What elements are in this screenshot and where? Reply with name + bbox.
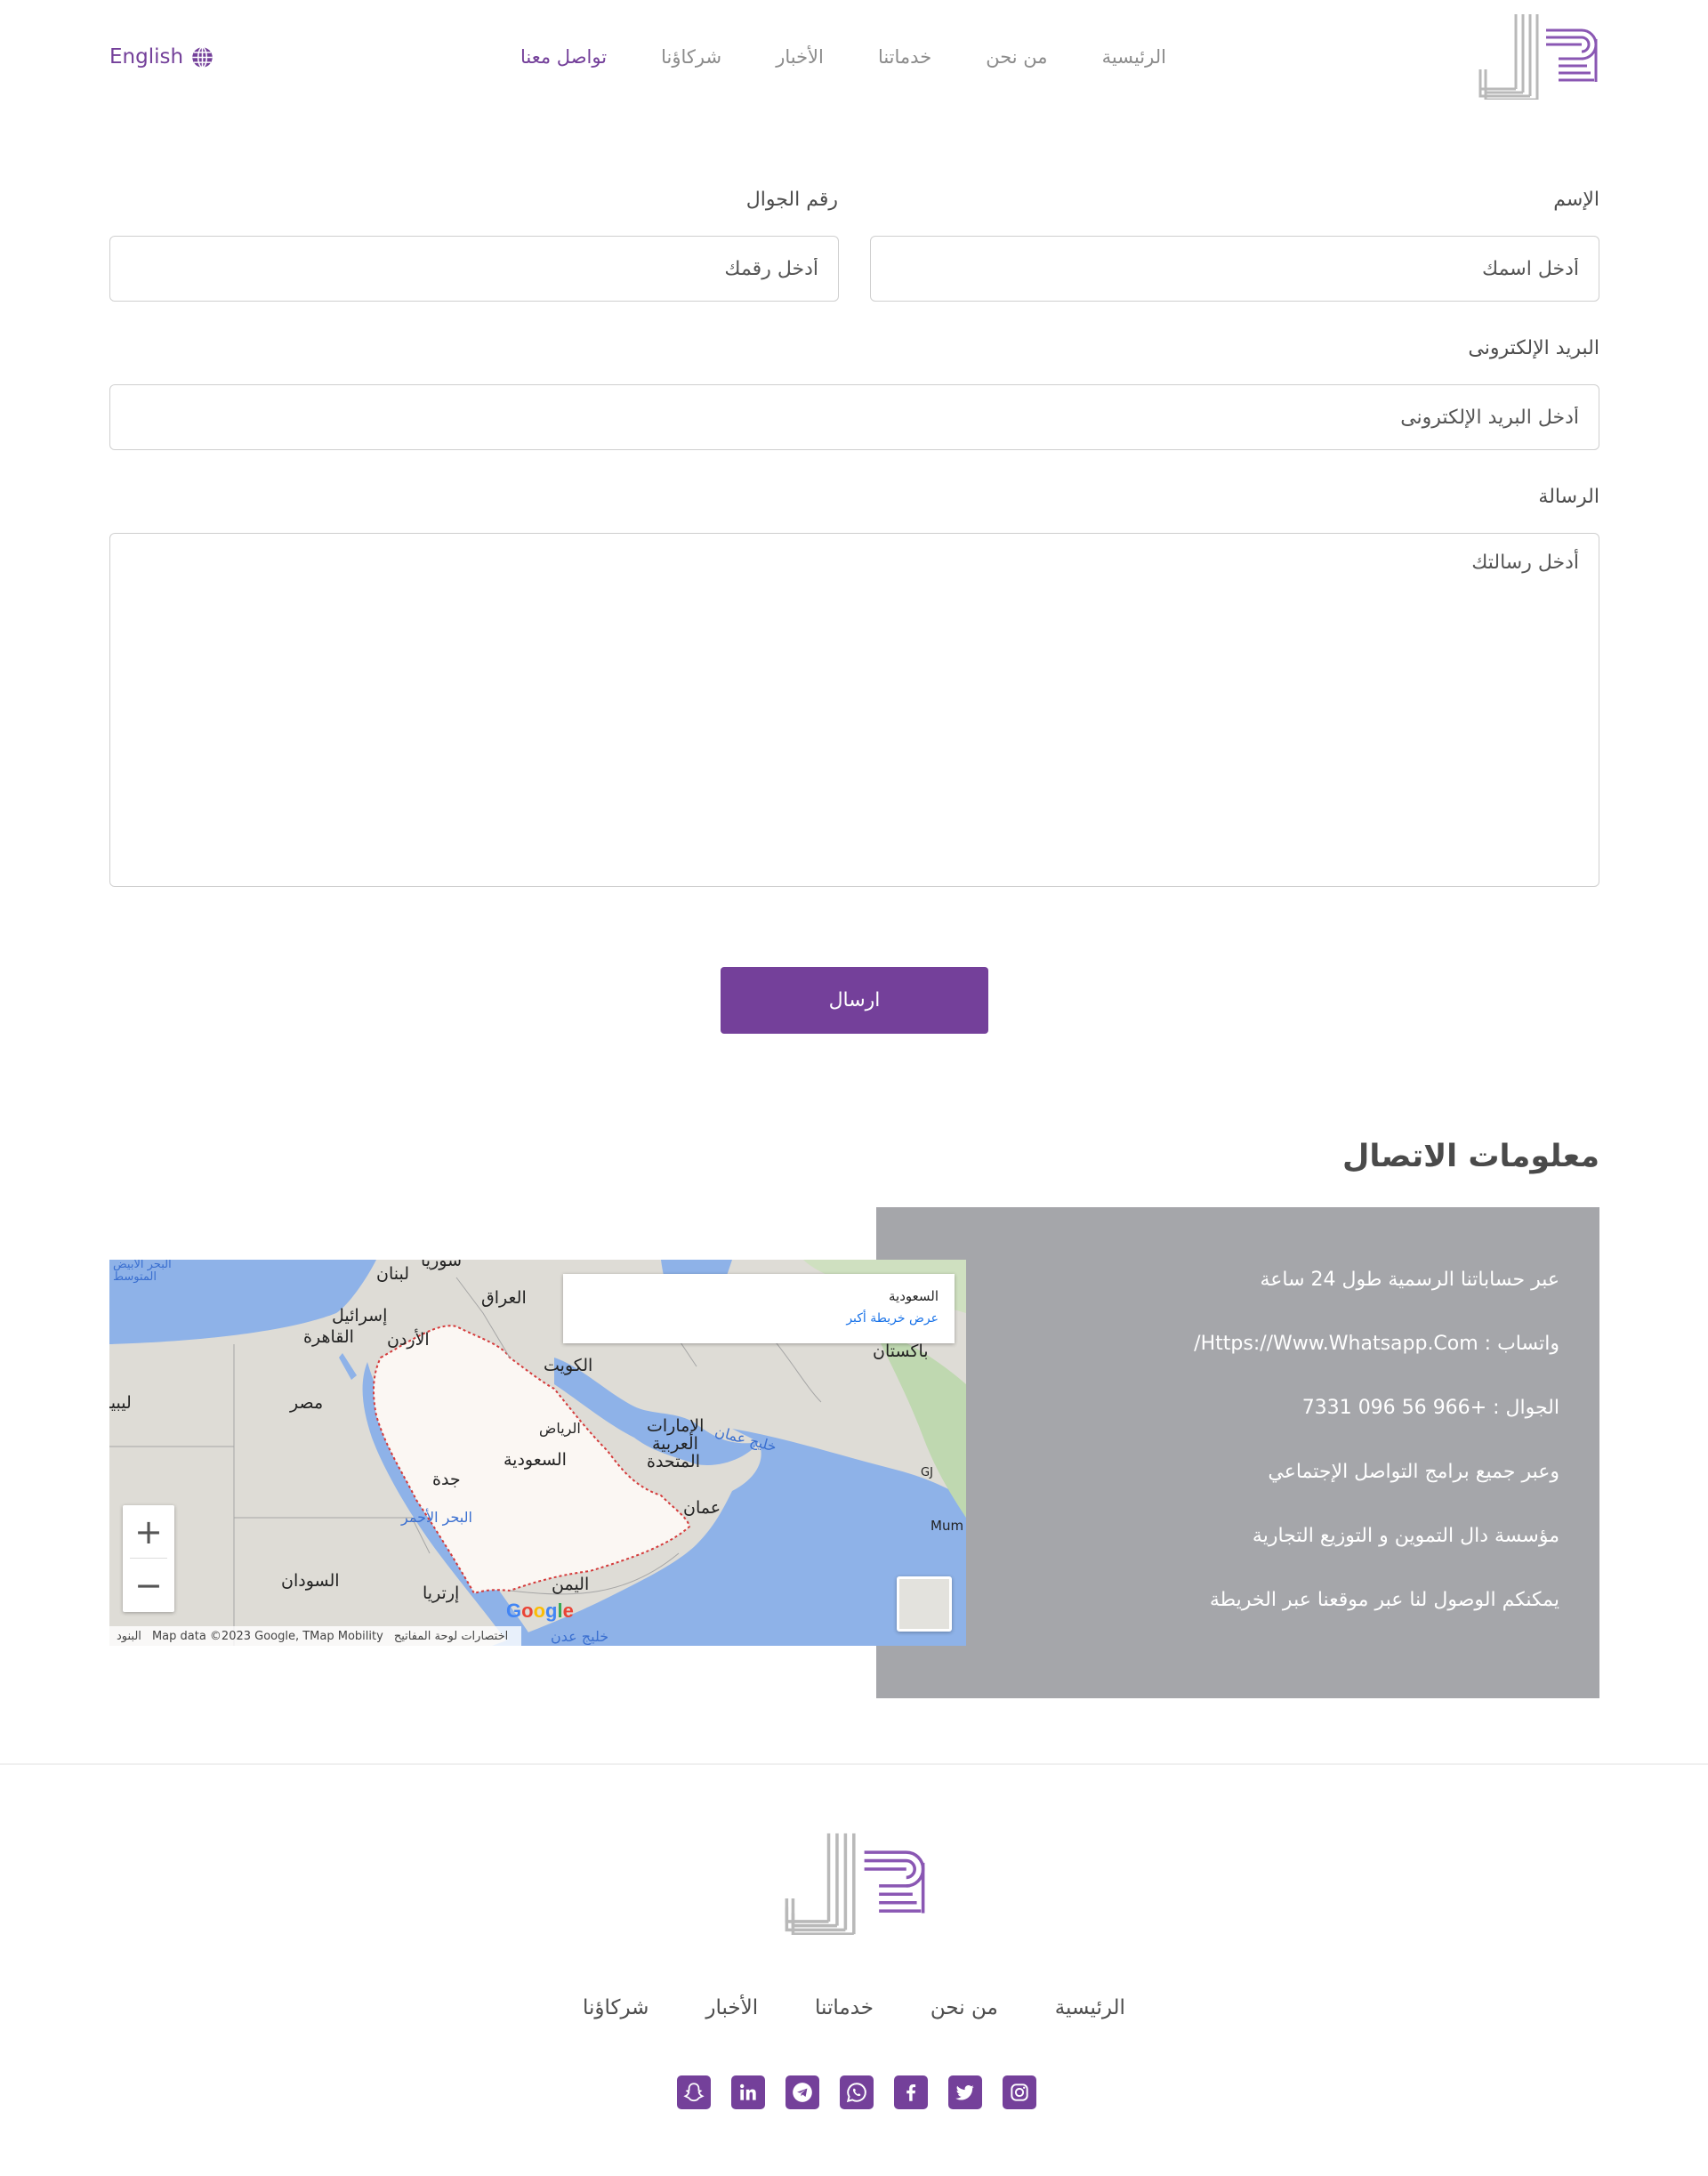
nav-contact[interactable]: تواصل معنا [520,46,607,68]
site-header: الرئيسية من نحن خدماتنا الأخبار شركاؤنا … [0,0,1708,116]
info-line-phone: الجوال : +966 56 096 7331 [1301,1397,1559,1419]
map-label-kuwait: الكويت [544,1356,593,1375]
google-map[interactable]: لبنان سوريا العراق إسرائيل القاهرة الأرد… [109,1260,966,1646]
map-type-toggle[interactable] [897,1576,952,1632]
nav-partners[interactable]: شركاؤنا [661,46,721,68]
globe-icon [192,45,213,69]
phone-label: رقم الجوال [745,189,838,211]
footer-nav-services[interactable]: خدماتنا [815,1996,874,2019]
map-label-egypt: مصر [290,1393,324,1413]
zoom-divider [130,1558,167,1559]
map-card-title: السعودية [888,1288,939,1304]
map-label-libya: ليبيا [109,1393,132,1413]
nav-services[interactable]: خدماتنا [878,46,931,68]
map-attribution: البنود Map data ©2023 Google, TMap Mobil… [109,1626,521,1646]
map-label-mumbai: Mum [931,1518,964,1534]
name-field[interactable] [870,236,1599,302]
info-line-map: يمكنكم الوصول لنا عبر موقعنا عبر الخريطة [1209,1589,1559,1611]
email-field[interactable] [109,384,1599,450]
nav-about[interactable]: من نحن [986,46,1047,68]
map-label-oman: عمان [683,1498,721,1518]
facebook-icon[interactable] [894,2075,928,2109]
email-label: البريد الإلكترونى [1468,337,1599,359]
logo[interactable] [1478,14,1598,100]
main-nav: الرئيسية من نحن خدماتنا الأخبار شركاؤنا … [520,43,1166,71]
info-line-company: مؤسسة دال التموين و التوزيع التجارية [1252,1525,1559,1547]
map-info-card: السعودية عرض خريطة أكبر [563,1274,955,1343]
footer-nav-about[interactable]: من نحن [931,1996,998,2019]
map-label-med-2: المتوسط [113,1270,157,1284]
map-label-lebanon: لبنان [376,1264,409,1284]
map-attribution-text: Map data ©2023 Google, TMap Mobility [151,1629,383,1643]
map-label-eritrea: إرتريا [423,1584,460,1603]
google-logo: Google [506,1600,574,1622]
map-label-jordan: الأردن [387,1330,430,1350]
map-label-sudan: السودان [281,1571,340,1591]
instagram-icon[interactable] [1003,2075,1036,2109]
info-line-whatsapp: واتساب : Https://Www.Whatsapp.Com/ [1194,1333,1559,1355]
social-links [677,2075,1036,2109]
zoom-in-button[interactable]: + [123,1505,174,1559]
twitter-icon[interactable] [948,2075,982,2109]
map-label-red-sea: البحر الأحمر [401,1509,472,1526]
footer-nav-partners[interactable]: شركاؤنا [583,1996,649,2019]
footer-nav-home[interactable]: الرئيسية [1055,1996,1125,2019]
footer-nav-news[interactable]: الأخبار [705,1996,758,2019]
map-label-israel: إسرائيل [332,1306,388,1326]
nav-news[interactable]: الأخبار [776,46,824,68]
name-label: الإسم [1553,189,1599,211]
map-label-saudi: السعودية [504,1450,567,1470]
snapchat-icon[interactable] [677,2075,711,2109]
map-shortcuts-link[interactable]: اختصارات لوحة المفاتيح [394,1630,508,1643]
footer-logo[interactable] [785,1833,925,1935]
footer-divider [0,1763,1708,1765]
map-label-yemen: اليمن [552,1575,590,1594]
whatsapp-icon[interactable] [840,2075,874,2109]
map-label-cairo: القاهرة [303,1327,354,1347]
info-line-hours: عبر حساباتنا الرسمية طول 24 ساعة [1260,1269,1559,1291]
map-card-link[interactable]: عرض خريطة أكبر [846,1311,939,1326]
phone-field[interactable] [109,236,839,302]
zoom-control: + − [123,1505,174,1612]
nav-home[interactable]: الرئيسية [1102,46,1166,68]
telegram-icon[interactable] [786,2075,819,2109]
message-label: الرسالة [1538,486,1599,508]
contact-info-panel: عبر حساباتنا الرسمية طول 24 ساعة واتساب … [876,1207,1599,1698]
zoom-out-button[interactable]: − [123,1559,174,1612]
map-label-uae-3: المتحدة [647,1452,700,1471]
map-label-syria: سوريا [421,1260,462,1270]
message-field[interactable] [109,533,1599,887]
map-label-uae-2: العربية [652,1434,698,1454]
footer-nav: الرئيسية من نحن خدماتنا الأخبار شركاؤنا [583,1993,1125,2023]
linkedin-icon[interactable] [731,2075,765,2109]
map-label-gulf-aden: خليج عدن [551,1628,609,1645]
map-label-pakistan: باكستان [873,1342,929,1361]
submit-button[interactable]: ارسال [721,967,988,1034]
map-label-riyadh: الرياض [539,1420,581,1437]
map-label-jeddah: جدة [432,1470,461,1489]
map-label-uae-1: الإمارات [647,1416,705,1436]
map-terms-link[interactable]: البنود [117,1630,141,1643]
info-line-social: وعبر جميع برامج التواصل الإجتماعي [1268,1461,1559,1483]
language-switcher[interactable]: English [109,43,214,71]
contact-title: معلومات الاتصال [1341,1139,1599,1174]
map-label-iraq: العراق [481,1288,527,1308]
language-label: English [109,45,184,69]
map-label-gj: GJ [921,1466,933,1479]
